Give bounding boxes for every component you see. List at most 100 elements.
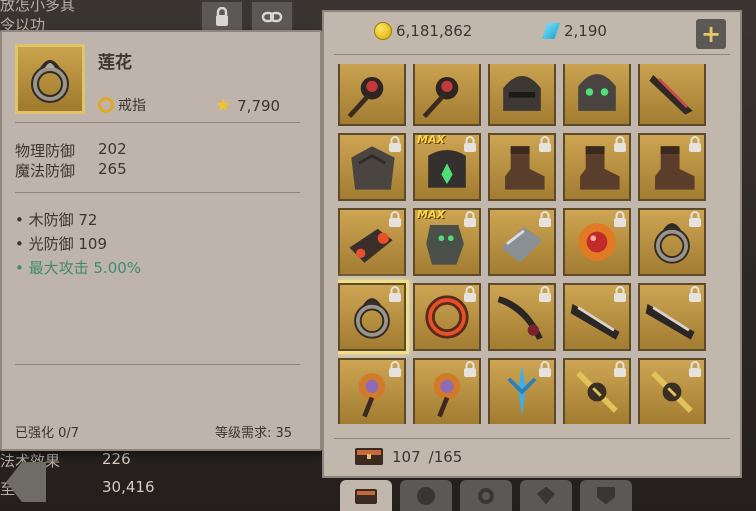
inventory-panel: 6,181,862 2,190 + MAX MAX 107/165 — [322, 10, 742, 478]
inventory-slot[interactable] — [338, 283, 406, 351]
lock-tab[interactable] — [200, 0, 244, 34]
inventory-slot[interactable] — [488, 64, 556, 126]
inventory-slot[interactable] — [488, 208, 556, 276]
inventory-slot[interactable] — [413, 64, 481, 126]
chain-link-icon — [261, 11, 283, 23]
gold-coin-icon — [374, 22, 392, 40]
leaf-icon — [537, 486, 555, 505]
inventory-divider-top — [334, 54, 730, 55]
lock-icon — [539, 136, 551, 152]
tab-armor[interactable] — [400, 480, 452, 511]
inventory-slot[interactable] — [638, 133, 706, 201]
ring-type-icon — [98, 97, 114, 113]
inventory-slot[interactable] — [488, 358, 556, 424]
add-currency-button[interactable]: + — [696, 19, 726, 49]
gem-display: 2,190 — [542, 22, 607, 40]
shield-icon — [597, 486, 615, 505]
detail-divider-top — [15, 122, 300, 123]
inventory-slot[interactable] — [563, 283, 631, 351]
inventory-slot[interactable]: MAX — [413, 208, 481, 276]
inventory-slot[interactable] — [563, 358, 631, 424]
inventory-slot[interactable] — [338, 208, 406, 276]
lock-icon — [614, 361, 626, 377]
inventory-slot[interactable] — [338, 358, 406, 424]
lock-icon — [614, 211, 626, 227]
spider-staff-icon — [347, 76, 384, 119]
item-type-label: 戒指 — [118, 98, 146, 114]
inventory-slot[interactable] — [413, 358, 481, 424]
stat-value: 265 — [98, 160, 127, 178]
rose-icon — [417, 486, 435, 505]
inventory-slot[interactable] — [638, 64, 706, 126]
lock-icon — [614, 286, 626, 302]
bg-stat-value-1: 226 — [102, 450, 131, 468]
inventory-slot[interactable] — [638, 358, 706, 424]
lock-icon — [539, 211, 551, 227]
item-portrait — [15, 44, 85, 114]
item-type: 戒指 — [98, 95, 146, 115]
lock-icon — [539, 286, 551, 302]
max-badge: MAX — [417, 133, 445, 146]
lotus-ring-icon — [31, 60, 69, 103]
item-detail-panel: 莲花 戒指 ★ 7,790 物理防御 202 魔法防御 265 • 木防御 72… — [0, 30, 322, 451]
lock-icon — [689, 211, 701, 227]
inventory-slot[interactable] — [563, 64, 631, 126]
capacity-max: /165 — [428, 448, 463, 466]
lock-icon — [689, 286, 701, 302]
gem-icon — [542, 23, 560, 39]
inventory-slot[interactable] — [413, 283, 481, 351]
lock-icon — [464, 211, 476, 227]
lock-icon — [464, 361, 476, 377]
inventory-slot[interactable] — [338, 64, 406, 126]
unlock-tab[interactable] — [250, 0, 294, 34]
tab-rings[interactable] — [460, 480, 512, 511]
stat-value: 202 — [98, 140, 127, 158]
ring-icon — [478, 487, 494, 504]
stat-label: 魔法防御 — [15, 162, 76, 180]
detail-divider-bottom — [15, 364, 300, 365]
capacity-current: 107 — [392, 448, 421, 466]
stat-row-magic-defense: 魔法防御 265 — [15, 160, 127, 181]
inventory-slot[interactable] — [638, 283, 706, 351]
item-price-value: 7,790 — [237, 96, 281, 115]
iron-helmet-icon — [503, 76, 541, 111]
inventory-slot[interactable] — [488, 133, 556, 201]
bg-stat-value-2: 30,416 — [102, 478, 155, 496]
inventory-slot[interactable] — [563, 208, 631, 276]
lock-icon — [689, 361, 701, 377]
lock-icon — [539, 361, 551, 377]
max-badge: MAX — [417, 208, 445, 221]
top-tab-bar — [200, 0, 294, 34]
tab-shield[interactable] — [580, 480, 632, 511]
lock-icon — [216, 7, 228, 26]
tab-all-items[interactable] — [340, 480, 392, 511]
bonus-light-defense: • 光防御 109 — [15, 235, 108, 253]
lock-icon — [389, 286, 401, 302]
detail-divider-mid — [15, 192, 300, 193]
stat-label: 物理防御 — [15, 142, 76, 160]
bg-title-text: 放怎小多其 — [0, 0, 76, 14]
inventory-divider-bottom — [334, 438, 730, 439]
enhance-status: 已强化 0/7 — [15, 426, 80, 441]
lock-icon — [614, 136, 626, 152]
chest-icon — [355, 488, 377, 504]
tab-leaf[interactable] — [520, 480, 572, 511]
level-requirement: 等级需求: 35 — [214, 426, 292, 441]
skull-helmet-icon — [578, 74, 616, 111]
lock-icon — [389, 361, 401, 377]
inventory-slot[interactable] — [488, 283, 556, 351]
lock-icon — [464, 136, 476, 152]
inventory-slot[interactable] — [638, 208, 706, 276]
inventory-slot[interactable]: MAX — [413, 133, 481, 201]
lock-icon — [464, 286, 476, 302]
inventory-grid-viewport[interactable]: MAX MAX — [338, 64, 718, 424]
inventory-grid: MAX MAX — [338, 64, 706, 424]
gold-display: 6,181,862 — [374, 22, 472, 40]
inventory-slot[interactable] — [563, 133, 631, 201]
chest-icon — [355, 448, 383, 465]
lock-icon — [689, 136, 701, 152]
spider-staff-icon — [422, 76, 459, 119]
star-icon: ★ — [215, 95, 232, 116]
lock-icon — [389, 136, 401, 152]
inventory-slot[interactable] — [338, 133, 406, 201]
